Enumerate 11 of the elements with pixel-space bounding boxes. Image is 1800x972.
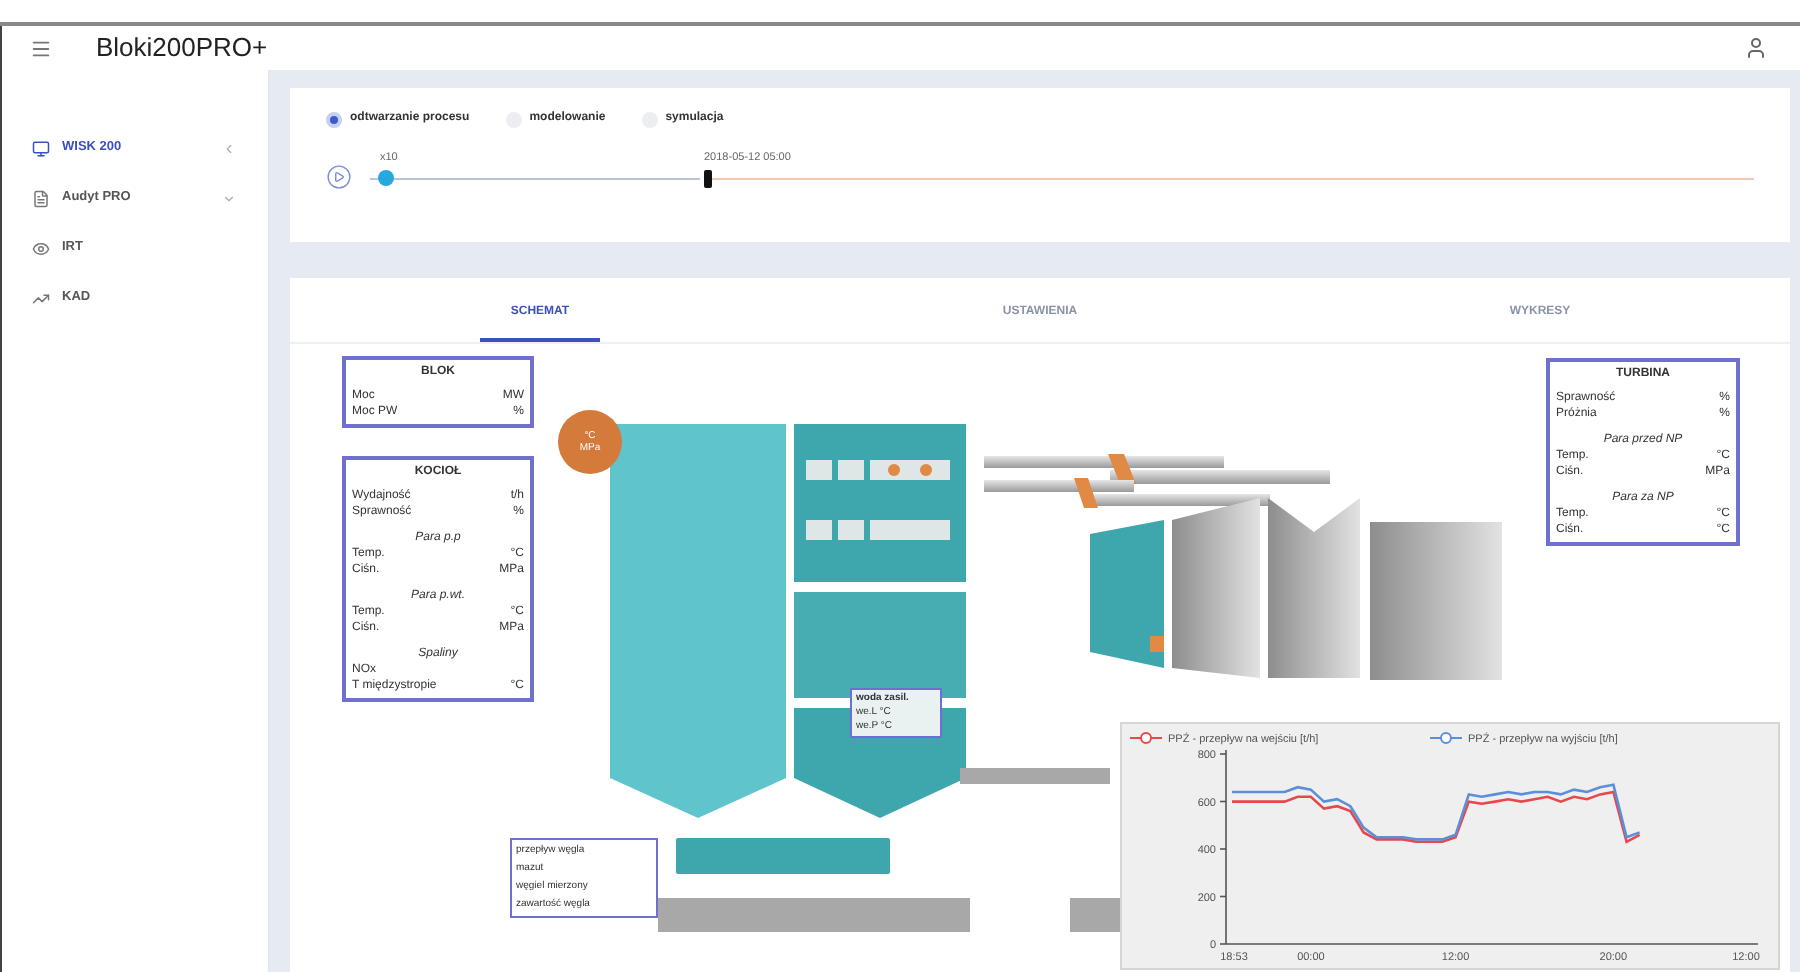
pipe — [1070, 898, 1120, 932]
document-icon — [32, 189, 50, 207]
play-button[interactable] — [326, 164, 352, 190]
slider-thumb[interactable] — [377, 170, 394, 186]
app-title: Bloki200PRO+ — [96, 30, 268, 67]
trend-icon — [32, 289, 50, 307]
user-icon[interactable] — [1744, 36, 1768, 60]
menu-icon[interactable] — [30, 37, 52, 59]
eye-icon — [32, 239, 50, 257]
slider-handle[interactable] — [704, 170, 712, 188]
monitor-icon — [32, 139, 50, 157]
